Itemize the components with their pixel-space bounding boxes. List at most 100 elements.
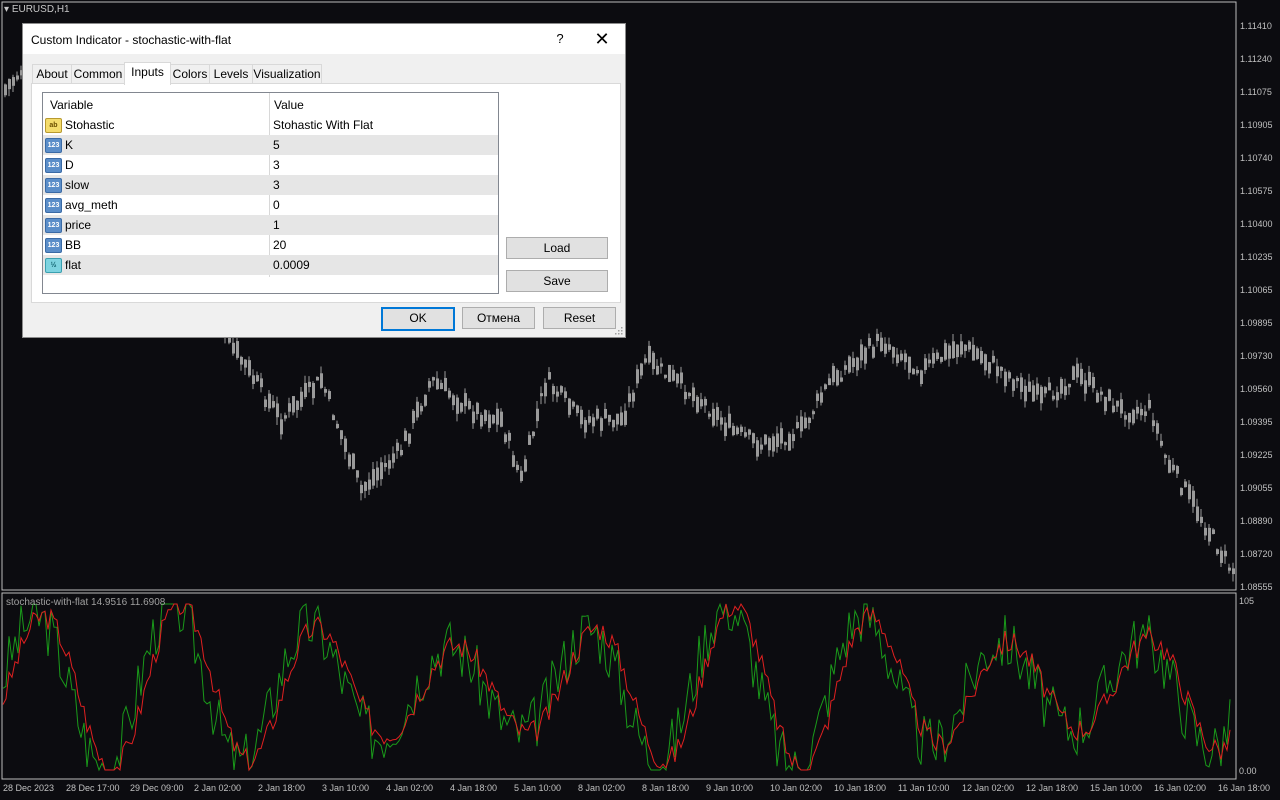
candle-body — [500, 411, 503, 427]
input-row-avg_meth[interactable]: 123 avg_meth 0 — [43, 195, 498, 215]
candle-body — [748, 429, 751, 435]
dropdown-triangle-icon[interactable]: ▾ — [4, 4, 9, 15]
candle-body — [360, 484, 363, 494]
candle-body — [616, 413, 619, 425]
custom-indicator-dialog: Custom Indicator - stochastic-with-flat … — [22, 23, 626, 338]
candle-body — [288, 403, 291, 412]
candle-body — [960, 341, 963, 355]
input-row-k[interactable]: 123 K 5 — [43, 135, 498, 155]
candle-body — [556, 391, 559, 397]
candle-body — [712, 408, 715, 426]
indicator-series — [2, 602, 1231, 772]
candle-body — [716, 407, 719, 420]
input-row-slow[interactable]: 123 slow 3 — [43, 175, 498, 195]
input-value[interactable]: 3 — [273, 158, 280, 172]
candle-body — [1116, 400, 1119, 407]
input-value[interactable]: 1 — [273, 218, 280, 232]
candle-body — [8, 79, 11, 90]
candle-body — [936, 352, 939, 359]
header-value[interactable]: Value — [274, 98, 304, 112]
candle-body — [912, 368, 915, 375]
price-tick-label: 1.09895 — [1240, 318, 1273, 328]
input-value[interactable]: 5 — [273, 138, 280, 152]
time-tick-label: 2 Jan 02:00 — [194, 783, 242, 793]
candle-body — [916, 369, 919, 374]
input-value[interactable]: 20 — [273, 238, 286, 252]
load-button[interactable]: Load — [506, 237, 608, 259]
candle-body — [548, 372, 551, 380]
cancel-button[interactable]: Отмена — [462, 307, 535, 329]
candle-body — [624, 410, 627, 425]
tab-about[interactable]: About — [32, 64, 72, 84]
candle-body — [740, 426, 743, 433]
candle-body — [464, 393, 467, 407]
input-value[interactable]: Stohastic With Flat — [273, 118, 373, 132]
input-value[interactable]: 0 — [273, 198, 280, 212]
input-name: D — [65, 158, 74, 172]
input-row-price[interactable]: 123 price 1 — [43, 215, 498, 235]
ok-button[interactable]: OK — [381, 307, 455, 331]
dialog-titlebar[interactable]: Custom Indicator - stochastic-with-flat … — [23, 24, 625, 54]
candle-body — [708, 413, 711, 417]
time-tick-label: 16 Jan 02:00 — [1154, 783, 1207, 793]
candle-body — [376, 467, 379, 481]
price-tick-label: 1.09560 — [1240, 384, 1273, 394]
header-variable[interactable]: Variable — [50, 98, 93, 112]
candle-body — [332, 415, 335, 421]
candle-body — [452, 395, 455, 406]
candle-body — [1012, 379, 1015, 391]
input-row-bb[interactable]: 123 BB 20 — [43, 235, 498, 255]
candle-body — [444, 377, 447, 392]
input-value[interactable]: 3 — [273, 178, 280, 192]
candle-body — [872, 346, 875, 358]
candle-body — [988, 362, 991, 374]
candle-body — [496, 408, 499, 425]
resize-grip-icon[interactable] — [613, 325, 623, 335]
candle-body — [1060, 378, 1063, 394]
input-row-flat[interactable]: ½ flat 0.0009 — [43, 255, 498, 275]
tab-inputs[interactable]: Inputs — [124, 62, 171, 85]
candle-body — [248, 360, 251, 376]
candle-body — [236, 341, 239, 358]
candle-body — [544, 382, 547, 397]
inputs-panel: Variable Value ab Stohastic Stohastic With… — [31, 83, 621, 303]
candle-body — [984, 354, 987, 371]
candle-body — [1000, 366, 1003, 371]
candle-body — [768, 438, 771, 451]
candle-body — [268, 393, 271, 409]
candle-body — [652, 352, 655, 370]
candle-body — [16, 75, 19, 80]
reset-button[interactable]: Reset — [543, 307, 616, 329]
candle-body — [592, 417, 595, 427]
price-tick-label: 1.10400 — [1240, 219, 1273, 229]
candle-body — [836, 370, 839, 386]
candle-body — [364, 481, 367, 491]
input-name: slow — [65, 178, 90, 192]
candle-body — [1120, 399, 1123, 414]
price-tick-label: 1.09730 — [1240, 351, 1273, 361]
tab-visualization[interactable]: Visualization — [252, 64, 322, 84]
close-icon[interactable]: ✕ — [591, 28, 613, 50]
candle-body — [480, 414, 483, 427]
price-tick-label: 1.10905 — [1240, 120, 1273, 130]
candle-body — [884, 343, 887, 354]
input-row-d[interactable]: 123 D 3 — [43, 155, 498, 175]
candle-body — [508, 432, 511, 441]
candle-body — [1064, 386, 1067, 396]
price-tick-label: 1.10065 — [1240, 285, 1273, 295]
tab-levels[interactable]: Levels — [209, 64, 253, 84]
input-row-stohastic[interactable]: ab Stohastic Stohastic With Flat — [43, 115, 498, 135]
tab-common[interactable]: Common — [71, 64, 125, 84]
candle-body — [1216, 549, 1219, 554]
candle-body — [264, 399, 267, 408]
price-tick-label: 1.11410 — [1240, 21, 1272, 31]
tab-colors[interactable]: Colors — [170, 64, 210, 84]
candle-body — [1004, 371, 1007, 387]
candle-body — [676, 373, 679, 384]
save-button[interactable]: Save — [506, 270, 608, 292]
candle-body — [1224, 550, 1227, 557]
input-value[interactable]: 0.0009 — [273, 258, 310, 272]
candle-body — [436, 378, 439, 390]
help-button[interactable]: ? — [549, 28, 571, 50]
candle-body — [564, 391, 567, 398]
